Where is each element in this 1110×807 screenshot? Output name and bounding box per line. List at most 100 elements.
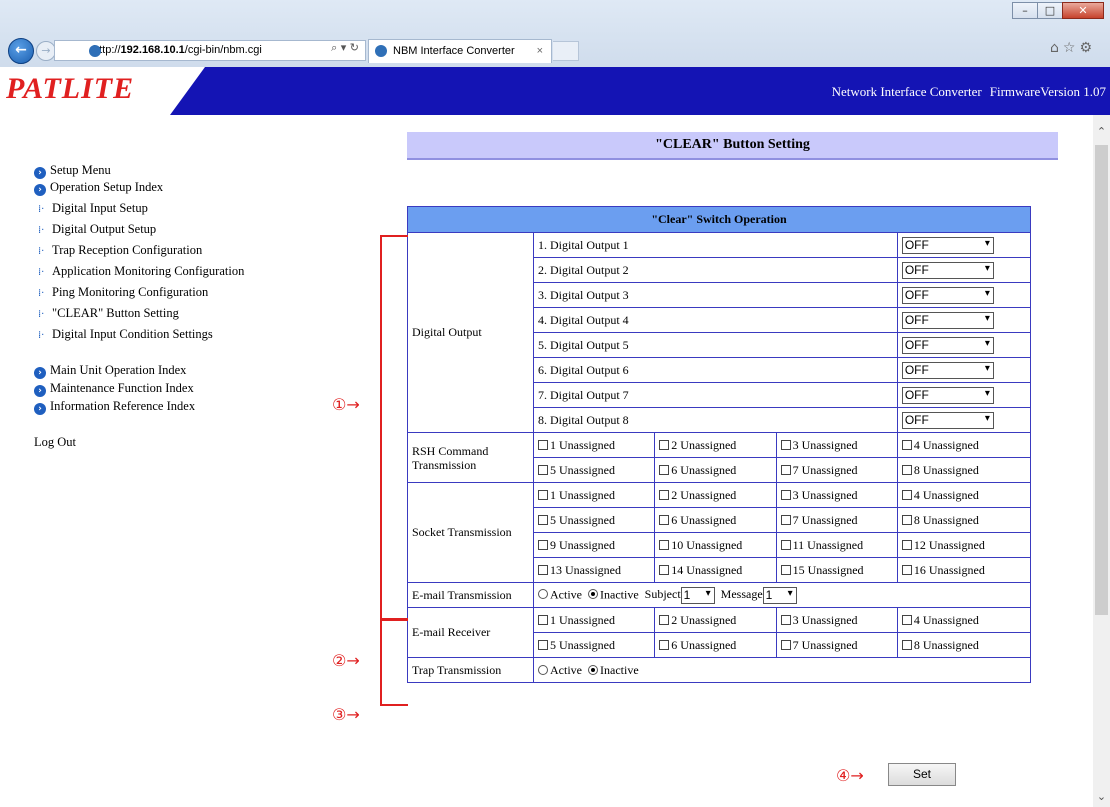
socket-checkbox-2[interactable]: 2 Unassigned: [654, 482, 777, 508]
rsh-checkbox-3[interactable]: 3 Unassigned: [775, 432, 898, 458]
rsh-checkbox-7[interactable]: 7 Unassigned: [775, 457, 898, 483]
message-select[interactable]: 1 ▾: [762, 586, 797, 604]
close-window-button[interactable]: ✕: [1062, 2, 1104, 19]
checkbox[interactable]: [659, 639, 670, 650]
checkbox[interactable]: [780, 464, 791, 475]
checkbox[interactable]: [901, 514, 912, 525]
output-7-select[interactable]: OFF ▾: [901, 386, 994, 404]
receiver-checkbox-8[interactable]: 8 Unassigned: [896, 632, 1032, 658]
socket-checkbox-12[interactable]: 12 Unassigned: [896, 532, 1032, 558]
receiver-checkbox-4[interactable]: 4 Unassigned: [896, 607, 1032, 633]
checkbox[interactable]: [901, 439, 912, 450]
socket-checkbox-10[interactable]: 10 Unassigned: [654, 532, 777, 558]
logout-link[interactable]: Log Out: [34, 435, 76, 450]
sidebar-item-trap-reception[interactable]: ⁞· Trap Reception Configuration: [34, 240, 244, 261]
receiver-checkbox-7[interactable]: 7 Unassigned: [775, 632, 898, 658]
output-8-select[interactable]: OFF ▾: [901, 411, 994, 429]
rsh-checkbox-5[interactable]: 5 Unassigned: [532, 457, 656, 483]
checkbox[interactable]: [780, 514, 791, 525]
checkbox[interactable]: [659, 464, 670, 475]
sidebar-info-index[interactable]: › Information Reference Index: [34, 397, 244, 415]
socket-checkbox-4[interactable]: 4 Unassigned: [896, 482, 1032, 508]
new-tab-button[interactable]: [553, 41, 579, 61]
checkbox[interactable]: [659, 614, 670, 625]
socket-checkbox-1[interactable]: 1 Unassigned: [532, 482, 656, 508]
home-star-gear-icons[interactable]: ⌂☆⚙: [1050, 40, 1096, 56]
receiver-checkbox-2[interactable]: 2 Unassigned: [654, 607, 777, 633]
rsh-checkbox-6[interactable]: 6 Unassigned: [654, 457, 777, 483]
receiver-checkbox-1[interactable]: 1 Unassigned: [532, 607, 656, 633]
socket-checkbox-9[interactable]: 9 Unassigned: [532, 532, 656, 558]
socket-checkbox-14[interactable]: 14 Unassigned: [654, 557, 777, 583]
sidebar-item-clear-button[interactable]: ⁞· "CLEAR" Button Setting: [34, 303, 244, 324]
socket-checkbox-6[interactable]: 6 Unassigned: [654, 507, 777, 533]
output-3-select[interactable]: OFF ▾: [901, 286, 994, 304]
checkbox[interactable]: [780, 439, 791, 450]
email-inactive-radio[interactable]: [588, 588, 598, 599]
socket-checkbox-3[interactable]: 3 Unassigned: [775, 482, 898, 508]
rsh-checkbox-1[interactable]: 1 Unassigned: [532, 432, 656, 458]
maximize-button[interactable]: □: [1037, 2, 1063, 19]
checkbox[interactable]: [780, 614, 791, 625]
rsh-checkbox-4[interactable]: 4 Unassigned: [896, 432, 1032, 458]
sidebar-operation-index[interactable]: › Operation Setup Index: [34, 177, 244, 198]
subject-select[interactable]: 1 ▾: [680, 586, 715, 604]
set-button[interactable]: Set: [888, 763, 956, 786]
sidebar-main-unit-index[interactable]: › Main Unit Operation Index: [34, 361, 244, 379]
trap-active-radio[interactable]: [538, 664, 548, 675]
checkbox[interactable]: [538, 639, 548, 650]
checkbox[interactable]: [901, 539, 912, 550]
scroll-down-icon[interactable]: ⌄: [1093, 788, 1110, 805]
sidebar-item-digital-output[interactable]: ⁞· Digital Output Setup: [34, 219, 244, 240]
receiver-checkbox-5[interactable]: 5 Unassigned: [532, 632, 656, 658]
sidebar-item-ping-monitoring[interactable]: ⁞· Ping Monitoring Configuration: [34, 282, 244, 303]
sidebar-item-application-monitoring[interactable]: ⁞· Application Monitoring Configuration: [34, 261, 244, 282]
sidebar-item-digital-input-condition[interactable]: ⁞· Digital Input Condition Settings: [34, 324, 244, 345]
checkbox[interactable]: [901, 564, 912, 575]
vertical-scrollbar[interactable]: ⌃ ⌄: [1093, 115, 1110, 807]
checkbox[interactable]: [659, 539, 670, 550]
socket-checkbox-11[interactable]: 11 Unassigned: [775, 532, 898, 558]
checkbox[interactable]: [538, 464, 548, 475]
socket-checkbox-13[interactable]: 13 Unassigned: [532, 557, 656, 583]
checkbox[interactable]: [538, 514, 548, 525]
address-bar[interactable]: http://192.168.10.1/cgi-bin/nbm.cgi ⌕ ▾ …: [54, 40, 366, 61]
checkbox[interactable]: [659, 514, 670, 525]
checkbox[interactable]: [780, 639, 791, 650]
checkbox[interactable]: [780, 539, 791, 550]
scroll-thumb[interactable]: [1095, 145, 1108, 615]
receiver-checkbox-3[interactable]: 3 Unassigned: [775, 607, 898, 633]
rsh-checkbox-8[interactable]: 8 Unassigned: [896, 457, 1032, 483]
checkbox[interactable]: [659, 489, 670, 500]
browser-tab[interactable]: NBM Interface Converter ×: [368, 39, 552, 63]
rsh-checkbox-2[interactable]: 2 Unassigned: [654, 432, 777, 458]
output-4-select[interactable]: OFF ▾: [901, 311, 994, 329]
sidebar-item-digital-input[interactable]: ⁞· Digital Input Setup: [34, 198, 244, 219]
trap-inactive-radio[interactable]: [588, 664, 598, 675]
checkbox[interactable]: [538, 614, 548, 625]
checkbox[interactable]: [901, 464, 912, 475]
checkbox[interactable]: [659, 439, 670, 450]
output-2-select[interactable]: OFF ▾: [901, 261, 994, 279]
receiver-checkbox-6[interactable]: 6 Unassigned: [654, 632, 777, 658]
sidebar-maintenance-index[interactable]: › Maintenance Function Index: [34, 379, 244, 397]
back-arrow-icon[interactable]: ←: [8, 38, 34, 64]
socket-checkbox-7[interactable]: 7 Unassigned: [775, 507, 898, 533]
checkbox[interactable]: [538, 439, 548, 450]
checkbox[interactable]: [538, 564, 548, 575]
socket-checkbox-15[interactable]: 15 Unassigned: [775, 557, 898, 583]
email-active-radio[interactable]: [538, 588, 548, 599]
checkbox[interactable]: [659, 564, 670, 575]
checkbox[interactable]: [538, 539, 548, 550]
search-refresh-icon[interactable]: ⌕ ▾ ↻: [331, 41, 359, 55]
checkbox[interactable]: [780, 564, 791, 575]
output-1-select[interactable]: OFF ▾: [901, 236, 994, 254]
minimize-button[interactable]: –: [1012, 2, 1038, 19]
tab-close-icon[interactable]: ×: [537, 40, 543, 62]
checkbox[interactable]: [901, 489, 912, 500]
socket-checkbox-8[interactable]: 8 Unassigned: [896, 507, 1032, 533]
socket-checkbox-16[interactable]: 16 Unassigned: [896, 557, 1032, 583]
socket-checkbox-5[interactable]: 5 Unassigned: [532, 507, 656, 533]
checkbox[interactable]: [538, 489, 548, 500]
output-5-select[interactable]: OFF ▾: [901, 336, 994, 354]
